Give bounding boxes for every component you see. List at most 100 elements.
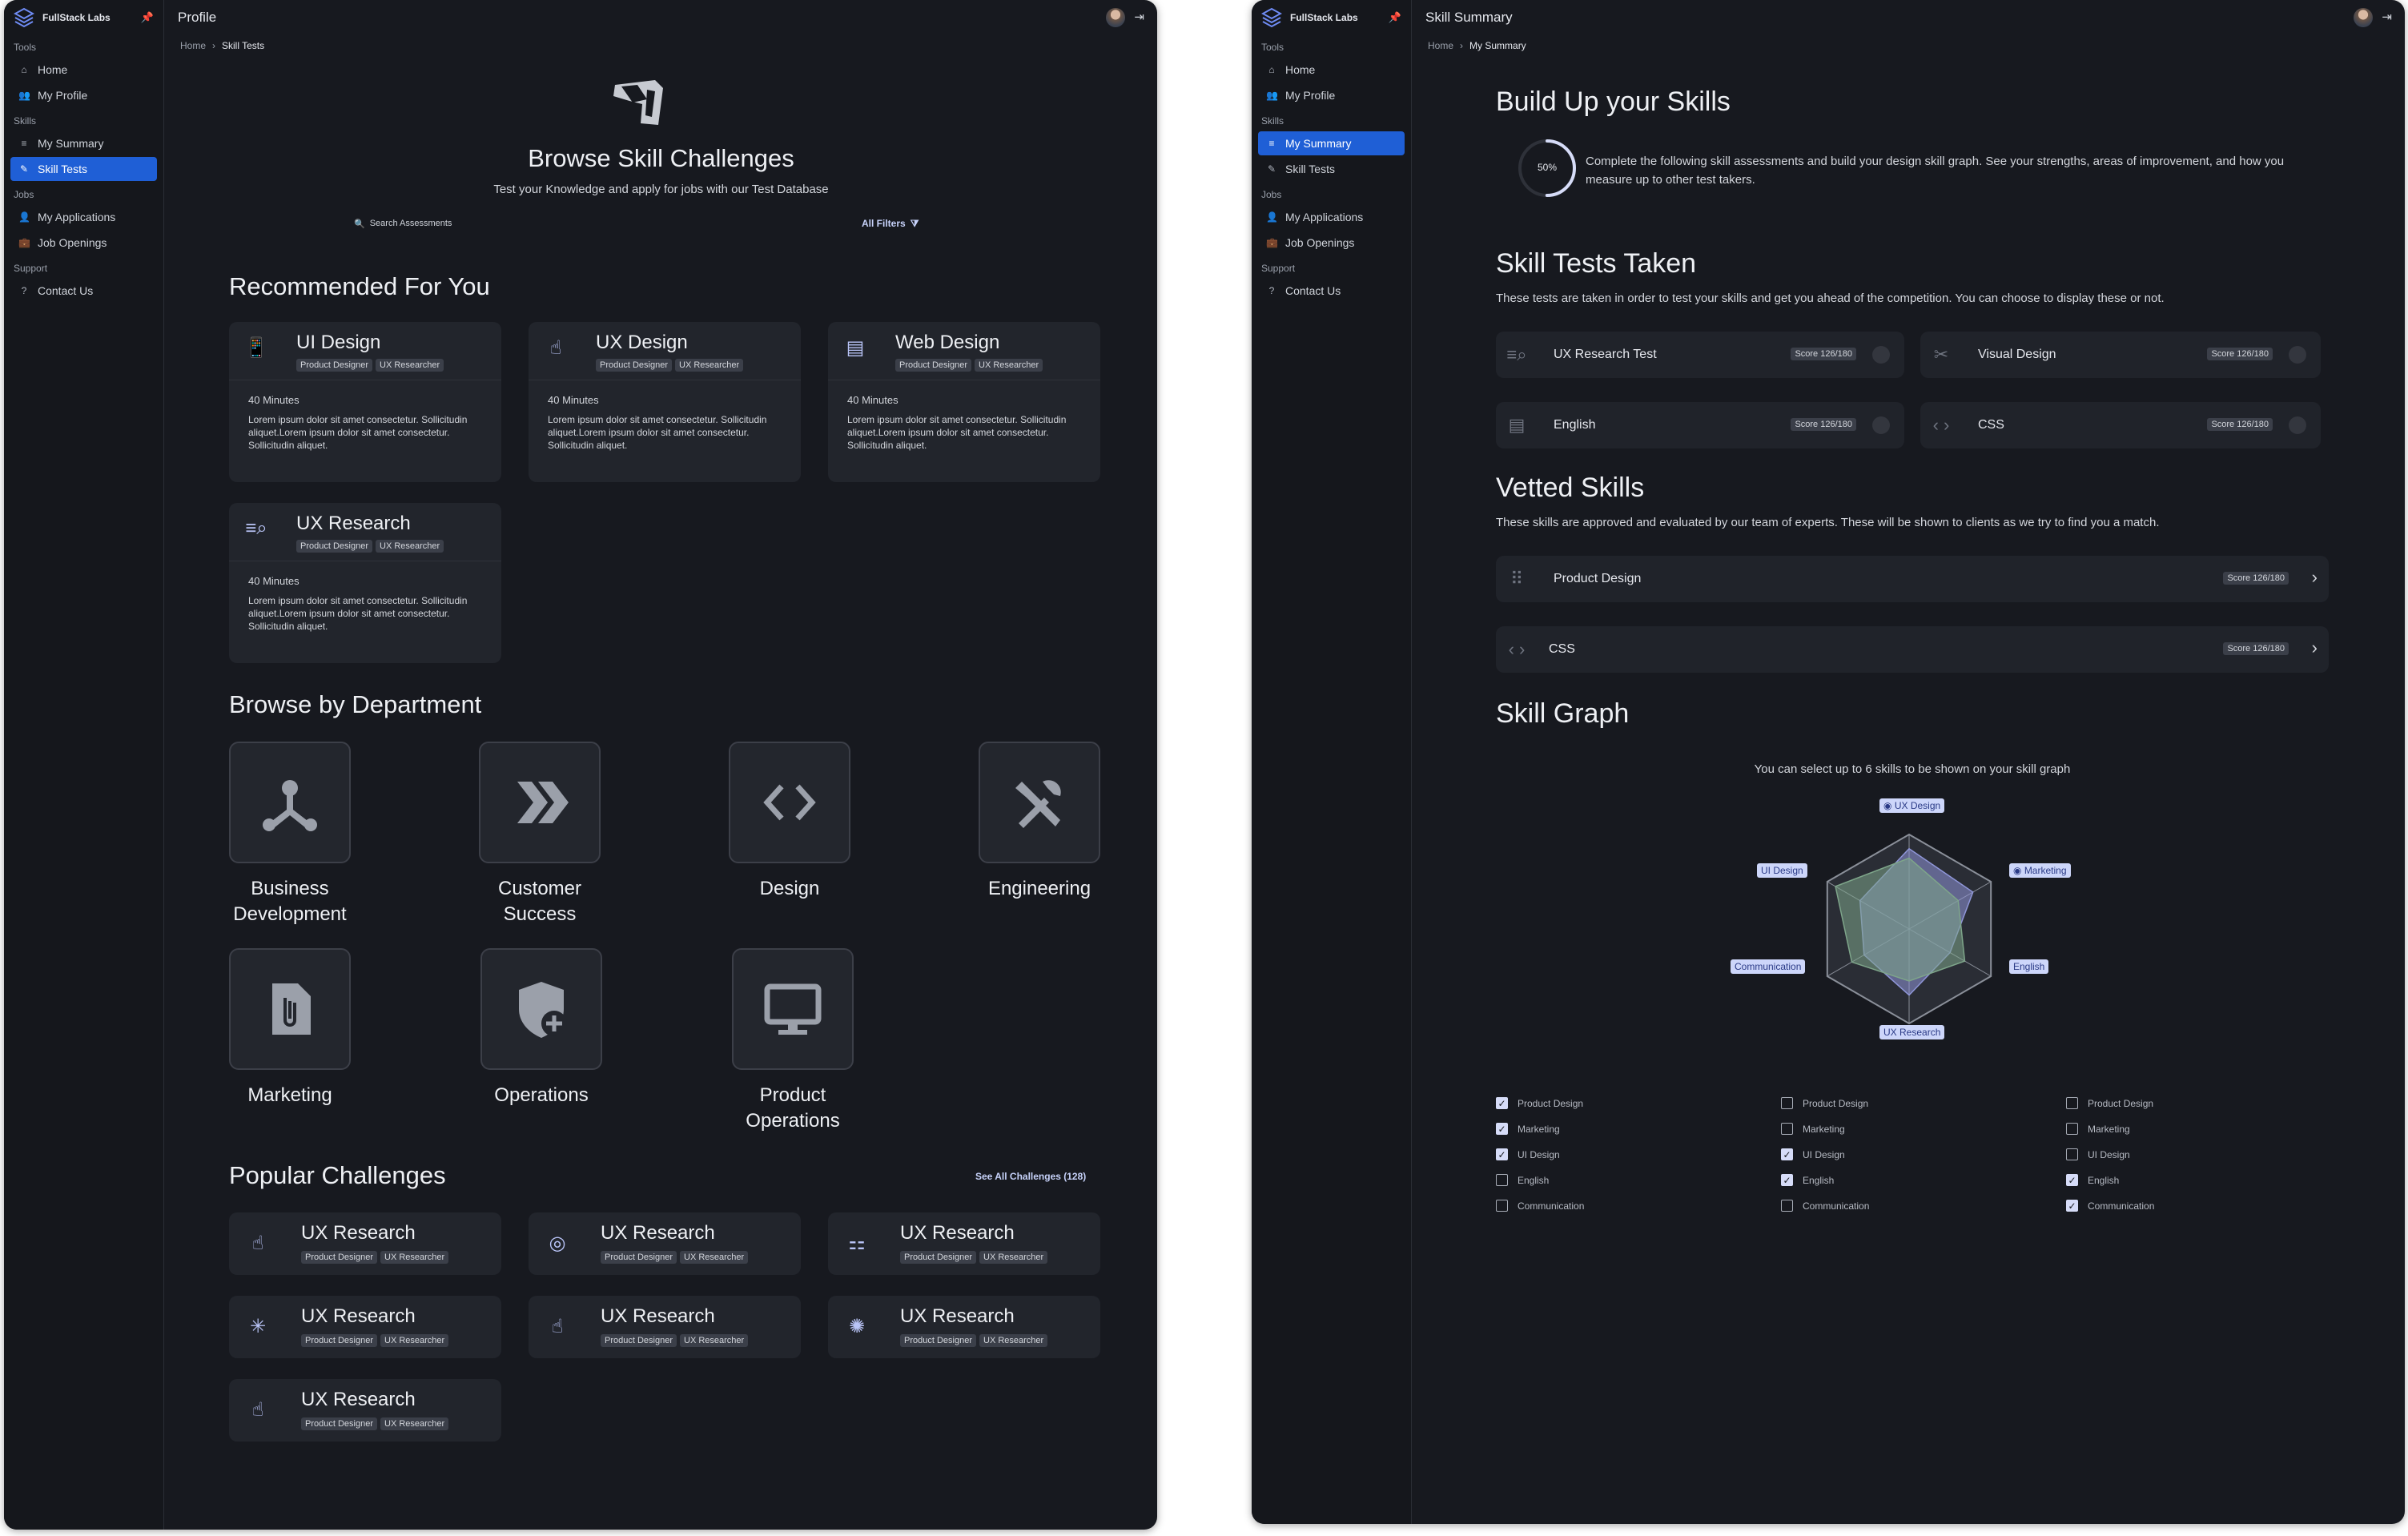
checkbox[interactable] (1781, 1123, 1793, 1135)
recommended-card[interactable]: ≡⌕ UX Research Product Designer UX Resear… (229, 503, 501, 663)
dept-marketing[interactable] (229, 948, 351, 1070)
avatar[interactable] (1106, 8, 1125, 27)
checkbox[interactable] (1496, 1174, 1508, 1186)
skill-checkbox-row[interactable]: ✓ Marketing (1496, 1123, 1560, 1135)
dept-engineering[interactable] (979, 742, 1100, 863)
sidebar-item-summary[interactable]: ≡ My Summary (1258, 131, 1405, 155)
skill-checkbox-row[interactable]: ✓ English (2066, 1174, 2119, 1186)
pin-icon[interactable]: 📌 (141, 11, 154, 24)
users-icon: 👥 (18, 90, 30, 101)
sidebar-item-profile[interactable]: 👥 My Profile (10, 83, 157, 107)
logout-icon[interactable]: ⇥ (2382, 10, 2392, 24)
sidebar-item-openings[interactable]: 💼 Job Openings (10, 231, 157, 255)
dept-design[interactable] (729, 742, 850, 863)
display-toggle[interactable] (1872, 416, 1890, 434)
checkbox[interactable]: ✓ (1781, 1148, 1793, 1160)
logout-icon[interactable]: ⇥ (1134, 10, 1144, 24)
see-all-challenges-link[interactable]: See All Challenges (128) (975, 1171, 1086, 1182)
skill-checkbox-row[interactable]: English (1496, 1174, 1549, 1186)
brand-name: FullStack Labs (1290, 12, 1358, 23)
skill-checkbox-row[interactable]: Marketing (1781, 1123, 1845, 1135)
breadcrumb-current: Skill Tests (222, 40, 265, 51)
recommended-card[interactable]: ☝ UX Design Product Designer UX Researche… (529, 322, 801, 482)
skill-checkbox-row[interactable]: Marketing (2066, 1123, 2130, 1135)
checkbox[interactable] (1781, 1200, 1793, 1212)
skill-checkbox-row[interactable]: Product Design (1781, 1097, 1868, 1109)
brand[interactable]: FullStack Labs 📌 (4, 0, 163, 35)
vetted-skill-item[interactable]: ‹ › CSS Score 126/180 › (1496, 626, 2329, 673)
tag: Product Designer (596, 359, 672, 372)
checkbox[interactable] (1496, 1200, 1508, 1212)
sidebar-item-openings[interactable]: 💼 Job Openings (1258, 231, 1405, 255)
recommended-card[interactable]: ▤ Web Design Product Designer UX Research… (828, 322, 1100, 482)
checkbox[interactable]: ✓ (1496, 1148, 1508, 1160)
checkbox[interactable]: ✓ (2066, 1174, 2078, 1186)
skill-checkbox-row[interactable]: ✓ English (1781, 1174, 1834, 1186)
all-filters-button[interactable]: All Filters ⧩ (862, 215, 919, 232)
checkbox-label: Marketing (1803, 1123, 1845, 1135)
person-icon: 👤 (1266, 211, 1278, 223)
sidebar-item-contact[interactable]: ? Contact Us (1258, 279, 1405, 303)
recommended-card[interactable]: 📱 UI Design Product Designer UX Researche… (229, 322, 501, 482)
checkbox[interactable] (2066, 1148, 2078, 1160)
sidebar-item-tests[interactable]: ✎ Skill Tests (1258, 157, 1405, 181)
display-toggle[interactable] (2289, 416, 2306, 434)
breadcrumb-home[interactable]: Home (1428, 40, 1453, 51)
chevron-right-icon[interactable]: › (2312, 567, 2318, 588)
sidebar-item-contact[interactable]: ? Contact Us (10, 279, 157, 303)
challenge-card[interactable]: ☝ UX Research Product Designer UX Researche… (529, 1296, 801, 1358)
skill-checkbox-row[interactable]: ✓ Product Design (1496, 1097, 1583, 1109)
skill-checkbox-row[interactable]: Communication (1781, 1200, 1869, 1212)
challenge-card[interactable]: ☝ UX Research Product Designer UX Researche… (229, 1379, 501, 1442)
skill-checkbox-row[interactable]: UI Design (2066, 1148, 2130, 1160)
checkbox[interactable]: ✓ (1496, 1097, 1508, 1109)
display-toggle[interactable] (1872, 346, 1890, 364)
sidebar-item-applications[interactable]: 👤 My Applications (10, 205, 157, 229)
sidebar-item-summary[interactable]: ≡ My Summary (10, 131, 157, 155)
checkbox[interactable]: ✓ (2066, 1200, 2078, 1212)
dept-customer-success[interactable] (479, 742, 601, 863)
skill-checkbox-row[interactable]: ✓ Communication (2066, 1200, 2154, 1212)
sidebar-item-home[interactable]: ⌂ Home (10, 58, 157, 82)
checkbox[interactable]: ✓ (1781, 1174, 1793, 1186)
skill-checkbox-row[interactable]: ✓ UI Design (1781, 1148, 1845, 1160)
chevron-right-icon: › (212, 40, 216, 51)
checkbox[interactable] (2066, 1097, 2078, 1109)
skill-radar-chart (1826, 833, 1992, 1025)
challenge-card[interactable]: ✺ UX Research Product Designer UX Researche… (828, 1296, 1100, 1358)
test-taken-item[interactable]: ✂ Visual Design Score 126/180 (1920, 332, 2321, 378)
dept-business-development[interactable] (229, 742, 351, 863)
challenge-card[interactable]: ✳ UX Research Product Designer UX Researche… (229, 1296, 501, 1358)
brand[interactable]: FullStack Labs 📌 (1252, 0, 1411, 35)
sidebar-item-applications[interactable]: 👤 My Applications (1258, 205, 1405, 229)
skill-checkbox-row[interactable]: ✓ UI Design (1496, 1148, 1560, 1160)
sparkle-icon: ✳ (249, 1315, 267, 1337)
challenge-card[interactable]: ☝ UX Research Product Designer UX Researche… (229, 1212, 501, 1275)
checkbox[interactable]: ✓ (1496, 1123, 1508, 1135)
avatar[interactable] (2354, 8, 2373, 27)
checkbox-label: UI Design (1518, 1148, 1560, 1160)
chevron-right-icon[interactable]: › (2312, 637, 2318, 658)
dept-product-operations[interactable] (732, 948, 854, 1070)
help-icon: ? (1268, 285, 1275, 296)
test-taken-item[interactable]: ‹ › CSS Score 126/180 (1920, 402, 2321, 448)
checkbox[interactable] (1781, 1097, 1793, 1109)
skill-checkbox-row[interactable]: Product Design (2066, 1097, 2153, 1109)
hero-title: Browse Skill Challenges (528, 144, 794, 172)
pin-icon[interactable]: 📌 (1389, 11, 1401, 24)
checkbox[interactable] (2066, 1123, 2078, 1135)
sidebar-item-profile[interactable]: 👥 My Profile (1258, 83, 1405, 107)
test-taken-item[interactable]: ▤ English Score 126/180 (1496, 402, 1904, 448)
challenge-card[interactable]: ⚏ UX Research Product Designer UX Researche… (828, 1212, 1100, 1275)
breadcrumb-home[interactable]: Home (180, 40, 206, 51)
skill-checkbox-row[interactable]: Communication (1496, 1200, 1584, 1212)
display-toggle[interactable] (2289, 346, 2306, 364)
challenge-card[interactable]: ◎ UX Research Product Designer UX Researche… (529, 1212, 801, 1275)
sidebar-item-home[interactable]: ⌂ Home (1258, 58, 1405, 82)
sidebar-item-tests[interactable]: ✎ Skill Tests (10, 157, 157, 181)
search-input[interactable]: 🔍 Search Assessments (354, 215, 594, 232)
test-taken-item[interactable]: ≡⌕ UX Research Test Score 126/180 (1496, 332, 1904, 378)
checkbox-label: UI Design (1803, 1148, 1845, 1160)
vetted-skill-item[interactable]: ⠿ Product Design Score 126/180 › (1496, 556, 2329, 602)
dept-operations[interactable] (480, 948, 602, 1070)
